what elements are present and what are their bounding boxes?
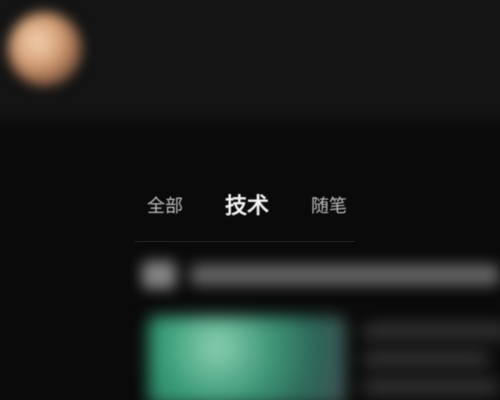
post-card[interactable] — [142, 258, 500, 400]
category-tabs: 全部 技术 随笔 — [135, 185, 355, 242]
excerpt-line — [362, 380, 500, 394]
excerpt-line — [362, 352, 490, 366]
app-screen: 全部 技术 随笔 — [0, 0, 500, 400]
post-title[interactable] — [190, 264, 500, 286]
post-title-row — [142, 258, 500, 292]
tab-tech[interactable]: 技术 — [225, 185, 269, 229]
post-badge — [142, 261, 176, 289]
tab-essay[interactable]: 随笔 — [311, 185, 347, 229]
post-excerpt — [362, 324, 500, 400]
excerpt-line — [362, 324, 500, 338]
profile-header — [0, 0, 500, 110]
tabs-divider — [135, 241, 355, 242]
avatar[interactable] — [8, 12, 82, 86]
tab-all[interactable]: 全部 — [147, 185, 183, 229]
post-thumbnail[interactable] — [148, 316, 346, 400]
